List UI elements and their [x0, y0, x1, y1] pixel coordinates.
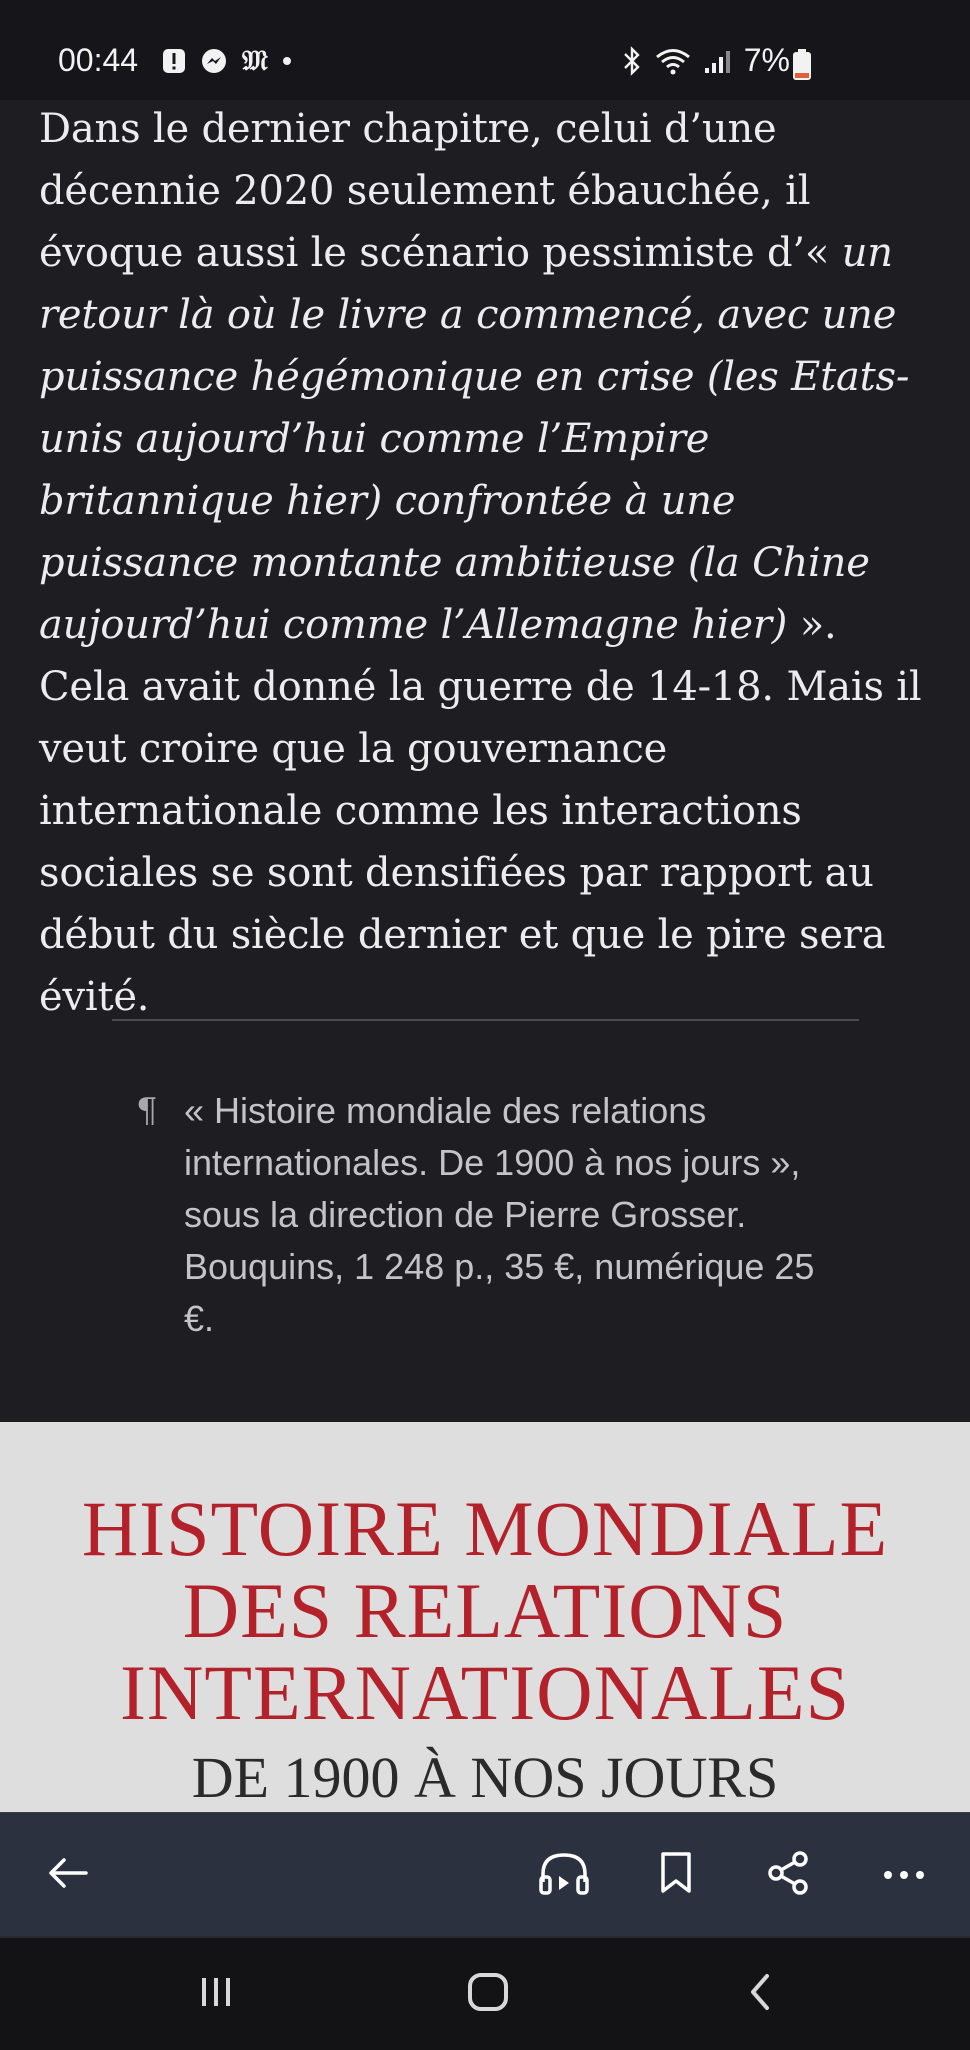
paragraph-text-end: ». Cela avait donné la guerre de 14-18. …: [39, 602, 922, 1020]
recent-apps-button[interactable]: [186, 1966, 246, 2022]
dot-icon: [282, 56, 292, 66]
le-monde-icon: 𝔐: [242, 44, 268, 77]
messenger-icon: [200, 47, 228, 75]
system-icons: 7%: [622, 42, 790, 79]
home-icon: [466, 1972, 510, 2016]
status-bar: 00:44 𝔐 7%: [0, 0, 970, 100]
listen-button[interactable]: [532, 1843, 596, 1907]
cover-title: HISTOIRE MONDIALE DES RELATIONS INTERNAT…: [0, 1488, 970, 1734]
article-body: Dans le dernier chapitre, celui d’une dé…: [39, 98, 939, 1028]
signal-icon: [704, 48, 732, 74]
back-button[interactable]: [730, 1966, 790, 2022]
system-nav-bar: [0, 1936, 970, 2050]
book-cover-image[interactable]: HISTOIRE MONDIALE DES RELATIONS INTERNAT…: [0, 1422, 970, 1812]
battery-percent: 7%: [743, 42, 790, 78]
bookmark-button[interactable]: [644, 1843, 708, 1907]
status-time: 00:44: [58, 42, 139, 78]
cover-title-line: INTERNATIONALES: [120, 1649, 850, 1736]
cover-title-line: HISTOIRE MONDIALE: [81, 1485, 889, 1572]
home-button[interactable]: [458, 1966, 518, 2022]
bluetooth-icon: [622, 45, 642, 76]
alert-icon: [162, 48, 186, 74]
share-icon: [766, 1850, 810, 1900]
back-icon: [745, 1972, 775, 2016]
paragraph-text: Dans le dernier chapitre, celui d’une dé…: [39, 106, 842, 276]
section-divider: [112, 1019, 859, 1021]
notification-icons: 𝔐: [162, 44, 292, 78]
wifi-icon: [654, 46, 692, 76]
book-reference: ¶ « Histoire mondiale des relations inte…: [136, 1085, 816, 1345]
pilcrow-icon: ¶: [136, 1091, 158, 1131]
share-button[interactable]: [756, 1843, 820, 1907]
more-options-button[interactable]: [872, 1843, 936, 1907]
book-reference-text: « Histoire mondiale des relations intern…: [184, 1090, 815, 1339]
back-arrow-icon: [46, 1855, 90, 1895]
cover-title-line: DES RELATIONS: [182, 1567, 788, 1654]
headphones-icon: [538, 1850, 590, 1900]
cover-subtitle: DE 1900 À NOS JOURS: [191, 1745, 779, 1810]
article-toolbar: [0, 1812, 970, 1937]
bookmark-icon: [659, 1851, 693, 1899]
recent-apps-icon: [196, 1974, 236, 2014]
article-paragraph: Dans le dernier chapitre, celui d’une dé…: [39, 98, 939, 1028]
battery-icon: [792, 49, 812, 85]
back-arrow-button[interactable]: [36, 1843, 100, 1907]
more-icon: [882, 1866, 926, 1885]
quoted-text: un retour là où le livre a commencé, ave…: [39, 230, 910, 648]
